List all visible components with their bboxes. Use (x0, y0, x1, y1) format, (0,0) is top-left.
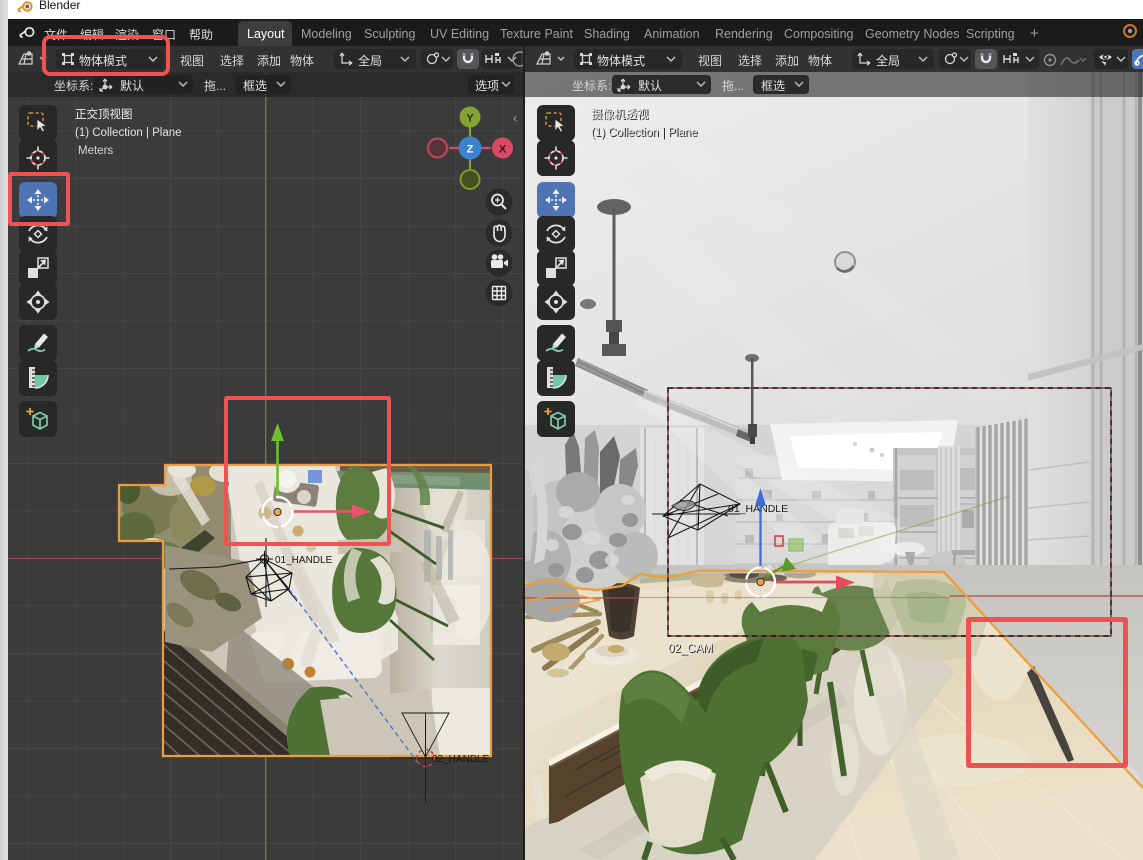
svg-text:Z: Z (467, 144, 474, 156)
svg-text:(1) Collection | Plane: (1) Collection | Plane (591, 127, 698, 139)
svg-text:01_HANDLE: 01_HANDLE (275, 555, 333, 566)
svg-text:摄像机透视: 摄像机透视 (591, 107, 649, 121)
svg-text:02_CAM: 02_CAM (668, 643, 713, 655)
svg-text:X: X (499, 144, 507, 156)
svg-text:‹: ‹ (513, 111, 517, 125)
svg-text:Meters: Meters (78, 145, 113, 157)
svg-text:02_HANDLE: 02_HANDLE (432, 754, 490, 765)
svg-text:(1) Collection | Plane: (1) Collection | Plane (75, 127, 182, 139)
svg-text:Y: Y (466, 113, 474, 125)
svg-text:正交顶视图: 正交顶视图 (75, 107, 133, 121)
